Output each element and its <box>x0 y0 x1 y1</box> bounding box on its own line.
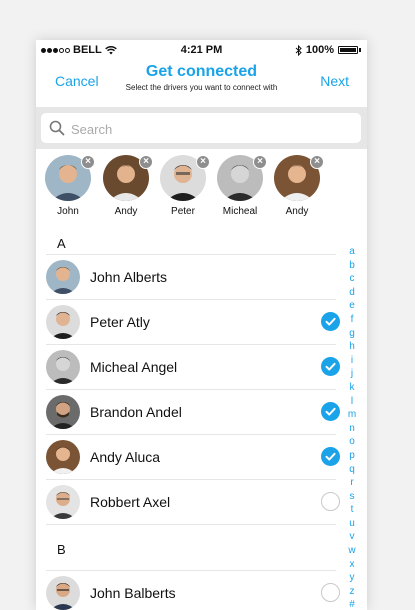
index-letter[interactable]: d <box>349 286 355 300</box>
index-letter[interactable]: a <box>349 245 355 259</box>
checkmark-icon <box>325 362 336 371</box>
section-header: B <box>57 542 66 557</box>
remove-icon[interactable]: × <box>139 155 153 169</box>
selected-drivers-strip: × John × Andy × Peter × Micheal × Andy <box>36 155 367 225</box>
checkmark-icon <box>325 452 336 461</box>
index-letter[interactable]: e <box>349 299 355 313</box>
remove-icon[interactable]: × <box>81 155 95 169</box>
selected-driver-name: Andy <box>285 206 309 217</box>
list-item[interactable]: Andy Aluca <box>46 434 340 479</box>
selected-driver-name: Peter <box>171 206 195 217</box>
contact-name: Micheal Angel <box>90 359 178 375</box>
index-letter[interactable]: f <box>351 313 354 327</box>
index-letter[interactable]: h <box>349 340 355 354</box>
index-letter[interactable]: q <box>349 463 355 477</box>
selected-driver[interactable]: × Peter <box>155 155 211 217</box>
contact-name: Peter Atly <box>90 314 150 330</box>
index-letter[interactable]: i <box>351 354 353 368</box>
selected-driver-name: Micheal <box>222 206 258 217</box>
list-item[interactable]: John Alberts <box>46 254 336 299</box>
battery-percent: 100% <box>305 44 334 56</box>
contact-name: John Alberts <box>90 269 168 285</box>
list-item[interactable]: Micheal Angel <box>46 344 340 389</box>
avatar <box>46 305 80 339</box>
index-letter[interactable]: v <box>350 530 355 544</box>
index-letter[interactable]: g <box>349 327 355 341</box>
search-input[interactable] <box>69 118 353 140</box>
navigation-bar: Cancel Get connected Select the drivers … <box>36 60 367 106</box>
selected-driver[interactable]: × Andy <box>269 155 325 217</box>
index-letter[interactable]: n <box>349 422 355 436</box>
list-item[interactable]: Peter Atly <box>46 299 340 344</box>
avatar <box>46 350 80 384</box>
battery-icon <box>338 46 358 54</box>
index-letter[interactable]: l <box>351 395 353 409</box>
index-letter[interactable]: s <box>350 490 355 504</box>
selected-driver-name: John <box>57 206 79 217</box>
search-icon <box>49 120 65 136</box>
index-letter[interactable]: m <box>348 408 356 422</box>
index-letter[interactable]: x <box>350 558 355 572</box>
contact-name: Andy Aluca <box>90 449 161 465</box>
next-button[interactable]: Next <box>320 73 349 89</box>
index-letter[interactable]: c <box>350 272 355 286</box>
remove-icon[interactable]: × <box>196 155 210 169</box>
index-letter[interactable]: # <box>349 598 355 610</box>
index-letter[interactable]: p <box>349 449 355 463</box>
search-box[interactable] <box>41 113 361 143</box>
checkbox-checked[interactable] <box>321 402 340 421</box>
avatar <box>46 440 80 474</box>
search-bar <box>36 107 367 149</box>
section-header: A <box>57 236 66 251</box>
checkmark-icon <box>325 317 336 326</box>
index-letter[interactable]: o <box>349 435 355 449</box>
remove-icon[interactable]: × <box>310 155 324 169</box>
list-item[interactable]: Brandon Andel <box>46 389 340 434</box>
index-letter[interactable]: r <box>350 476 353 490</box>
page-subtitle: Select the drivers you want to connect w… <box>125 83 278 92</box>
index-letter[interactable]: w <box>348 544 355 558</box>
selected-driver[interactable]: × Micheal <box>212 155 268 217</box>
list-item[interactable]: John Balberts <box>46 570 340 610</box>
page-title: Get connected <box>145 63 258 80</box>
index-letter[interactable]: k <box>350 381 355 395</box>
avatar <box>46 260 80 294</box>
index-letter[interactable]: t <box>351 503 354 517</box>
index-letter[interactable]: z <box>350 585 355 599</box>
alphabet-index[interactable]: a b c d e f g h i j k l m n o p q r s t … <box>347 245 357 610</box>
avatar <box>46 395 80 429</box>
checkbox-unchecked[interactable] <box>321 492 340 511</box>
contact-name: Robbert Axel <box>90 494 171 510</box>
contact-name: John Balberts <box>90 585 176 601</box>
avatar <box>46 485 80 519</box>
phone-screen: BELL 4:21 PM 100% Cancel Get connected S… <box>36 40 367 610</box>
avatar <box>46 576 80 610</box>
selected-driver-name: Andy <box>114 206 138 217</box>
index-letter[interactable]: j <box>351 367 353 381</box>
checkbox-checked[interactable] <box>321 357 340 376</box>
contact-name: Brandon Andel <box>90 404 182 420</box>
index-letter[interactable]: b <box>349 259 355 273</box>
checkmark-icon <box>325 407 336 416</box>
index-letter[interactable]: u <box>349 517 355 531</box>
checkbox-checked[interactable] <box>321 312 340 331</box>
selected-driver[interactable]: × John <box>40 155 96 217</box>
bluetooth-icon <box>295 44 302 56</box>
remove-icon[interactable]: × <box>253 155 267 169</box>
list-item[interactable]: Robbert Axel <box>46 479 340 525</box>
status-bar: BELL 4:21 PM 100% <box>36 40 367 60</box>
checkbox-checked[interactable] <box>321 447 340 466</box>
index-letter[interactable]: y <box>350 571 355 585</box>
selected-driver[interactable]: × Andy <box>98 155 154 217</box>
checkbox-unchecked[interactable] <box>321 583 340 602</box>
